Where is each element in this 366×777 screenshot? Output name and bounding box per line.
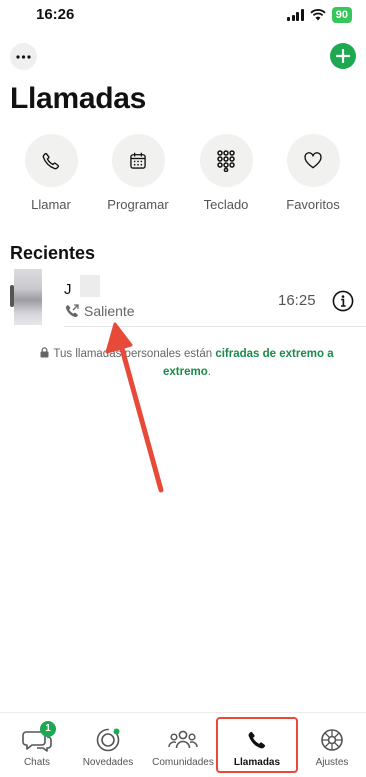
tab-updates-label: Novedades [82, 757, 134, 768]
tab-communities-label: Comunidades [152, 757, 214, 768]
signal-icon [287, 9, 304, 21]
calls-icon [248, 731, 266, 749]
action-call[interactable]: Llamar [11, 134, 91, 212]
encryption-text: Tus llamadas personales están [53, 348, 216, 360]
action-favorites[interactable]: Favoritos [273, 134, 353, 212]
tab-bar: 1 Chats Novedades Comunidades Llamadas A… [0, 712, 366, 777]
encryption-suffix: . [207, 366, 211, 378]
tab-calls-icon-wrap [246, 727, 268, 753]
annotation-arrow [105, 322, 164, 493]
new-call-button[interactable] [330, 43, 356, 69]
redacted-name-block [80, 275, 100, 297]
tab-calls-label: Llamadas [233, 757, 281, 768]
phone-icon [42, 152, 60, 169]
action-keypad-circle[interactable] [199, 134, 253, 187]
page-title: Llamadas [10, 82, 146, 115]
quick-actions: Llamar Programar Teclado Favoritos [0, 134, 366, 214]
chats-unread-badge: 1 [40, 721, 56, 737]
tab-communities-icon-wrap [168, 727, 198, 753]
info-icon[interactable] [332, 290, 354, 312]
status-bar: 16:26 90 [0, 0, 366, 30]
action-keypad-label: Teclado [203, 197, 249, 212]
encryption-note: Tus llamadas personales están cifradas d… [22, 345, 352, 381]
heart-icon [304, 151, 322, 168]
tab-settings-label: Ajustes [315, 757, 349, 768]
calendar-icon [130, 152, 146, 169]
recents-title: Recientes [10, 243, 96, 263]
plus-icon [336, 49, 350, 63]
tab-settings[interactable]: Ajustes [295, 713, 366, 773]
tab-communities[interactable]: Comunidades [146, 713, 220, 773]
status-icons: 90 [287, 7, 352, 23]
lock-icon [40, 347, 49, 358]
more-options-button[interactable] [10, 43, 37, 70]
action-call-label: Llamar [31, 197, 71, 212]
status-time: 16:26 [36, 6, 75, 23]
row-divider [64, 326, 366, 327]
tab-chats[interactable]: 1 Chats [0, 713, 74, 773]
keypad-icon [217, 149, 235, 172]
call-type-label: Saliente [84, 303, 135, 319]
settings-icon [321, 729, 343, 751]
call-time: 16:25 [278, 292, 316, 309]
ellipsis-icon [16, 54, 31, 59]
battery-indicator: 90 [331, 7, 352, 23]
wifi-icon [310, 9, 326, 21]
tab-settings-icon-wrap [319, 727, 345, 753]
avatar [10, 269, 42, 325]
action-schedule-circle[interactable] [111, 134, 165, 187]
call-direction: Saliente [64, 303, 135, 319]
tab-calls[interactable]: Llamadas [220, 713, 294, 773]
action-keypad[interactable]: Teclado [186, 134, 266, 212]
outgoing-call-icon [65, 304, 79, 318]
call-list-item[interactable]: J Saliente 16:25 [0, 267, 366, 327]
contact-name: J [64, 281, 72, 298]
tab-chats-label: Chats [23, 757, 51, 768]
action-favorites-label: Favoritos [286, 197, 340, 212]
action-favorites-circle[interactable] [286, 134, 340, 187]
tab-updates[interactable]: Novedades [71, 713, 145, 773]
action-schedule-label: Programar [107, 197, 169, 212]
communities-icon [168, 730, 198, 749]
action-schedule[interactable]: Programar [98, 134, 178, 212]
tab-updates-icon-wrap [95, 727, 121, 753]
tab-chats-icon-wrap: 1 [22, 721, 56, 753]
action-call-circle[interactable] [24, 134, 78, 187]
updates-icon [96, 728, 120, 752]
